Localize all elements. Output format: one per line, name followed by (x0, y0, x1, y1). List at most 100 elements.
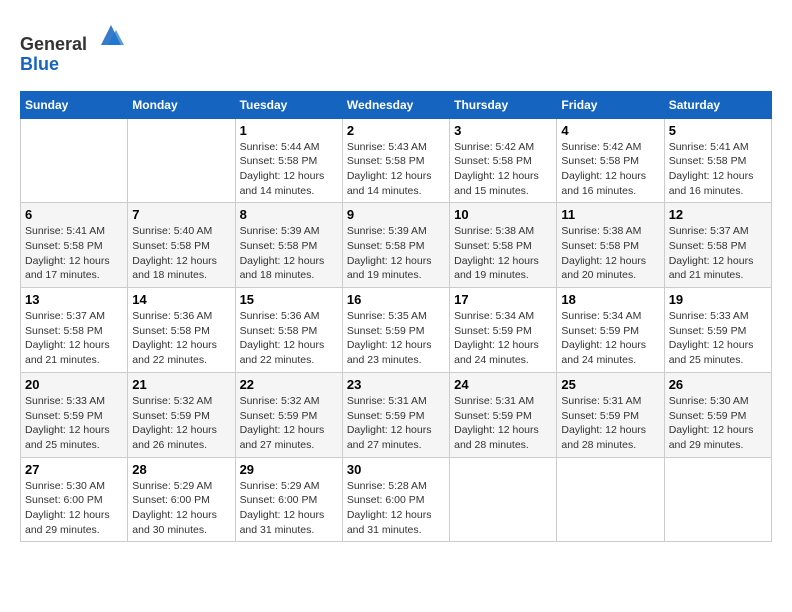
day-number: 7 (132, 207, 230, 222)
day-info: Sunrise: 5:42 AM Sunset: 5:58 PM Dayligh… (561, 140, 659, 199)
weekday-header-saturday: Saturday (664, 91, 771, 118)
day-info: Sunrise: 5:35 AM Sunset: 5:59 PM Dayligh… (347, 309, 445, 368)
calendar-cell: 18Sunrise: 5:34 AM Sunset: 5:59 PM Dayli… (557, 288, 664, 373)
day-number: 1 (240, 123, 338, 138)
calendar-cell: 16 Sunrise: 5:35 AM Sunset: 5:59 PM Dayli… (342, 288, 449, 373)
day-info: Sunrise: 5:38 AM Sunset: 5:58 PM Dayligh… (454, 224, 552, 283)
day-info: Sunrise: 5:31 AM Sunset: 5:59 PM Dayligh… (561, 394, 659, 453)
day-number: 13 (25, 292, 123, 307)
day-info: Sunrise: 5:31 AM Sunset: 5:59 PM Dayligh… (454, 394, 552, 453)
day-number: 23 (347, 377, 445, 392)
weekday-header-monday: Monday (128, 91, 235, 118)
day-info: Sunrise: 5:34 AM Sunset: 5:59 PM Dayligh… (454, 309, 552, 368)
calendar-cell: 27 Sunrise: 5:30 AM Sunset: 6:00 PM Dayli… (21, 457, 128, 542)
calendar-cell: 21 Sunrise: 5:32 AM Sunset: 5:59 PM Dayli… (128, 372, 235, 457)
day-info: Sunrise: 5:38 AM Sunset: 5:58 PM Dayligh… (561, 224, 659, 283)
calendar-cell: 24 Sunrise: 5:31 AM Sunset: 5:59 PM Dayli… (450, 372, 557, 457)
calendar-cell: 19 Sunrise: 5:33 AM Sunset: 5:59 PM Dayli… (664, 288, 771, 373)
day-number: 8 (240, 207, 338, 222)
day-info: Sunrise: 5:41 AM Sunset: 5:58 PM Dayligh… (25, 224, 123, 283)
week-row-2: 6 Sunrise: 5:41 AM Sunset: 5:58 PM Daylig… (21, 203, 772, 288)
day-number: 6 (25, 207, 123, 222)
day-number: 28 (132, 462, 230, 477)
calendar-cell: 15 Sunrise: 5:36 AM Sunset: 5:58 PM Dayli… (235, 288, 342, 373)
calendar-cell: 13Sunrise: 5:37 AM Sunset: 5:58 PM Dayli… (21, 288, 128, 373)
calendar-cell (128, 118, 235, 203)
day-info: Sunrise: 5:40 AM Sunset: 5:58 PM Dayligh… (132, 224, 230, 283)
weekday-header-tuesday: Tuesday (235, 91, 342, 118)
day-info: Sunrise: 5:31 AM Sunset: 5:59 PM Dayligh… (347, 394, 445, 453)
day-number: 12 (669, 207, 767, 222)
day-number: 30 (347, 462, 445, 477)
weekday-header-wednesday: Wednesday (342, 91, 449, 118)
calendar-cell: 6 Sunrise: 5:41 AM Sunset: 5:58 PM Daylig… (21, 203, 128, 288)
day-number: 21 (132, 377, 230, 392)
calendar-cell (557, 457, 664, 542)
day-number: 9 (347, 207, 445, 222)
calendar-cell: 22 Sunrise: 5:32 AM Sunset: 5:59 PM Dayli… (235, 372, 342, 457)
day-number: 3 (454, 123, 552, 138)
day-number: 27 (25, 462, 123, 477)
logo-blue: Blue (20, 54, 59, 74)
calendar-cell: 26Sunrise: 5:30 AM Sunset: 5:59 PM Dayli… (664, 372, 771, 457)
week-row-3: 13Sunrise: 5:37 AM Sunset: 5:58 PM Dayli… (21, 288, 772, 373)
calendar-cell (664, 457, 771, 542)
day-number: 5 (669, 123, 767, 138)
day-info: Sunrise: 5:37 AM Sunset: 5:58 PM Dayligh… (669, 224, 767, 283)
calendar: SundayMondayTuesdayWednesdayThursdayFrid… (20, 91, 772, 543)
calendar-cell: 2Sunrise: 5:43 AM Sunset: 5:58 PM Daylig… (342, 118, 449, 203)
calendar-cell: 29Sunrise: 5:29 AM Sunset: 6:00 PM Dayli… (235, 457, 342, 542)
day-number: 24 (454, 377, 552, 392)
calendar-cell: 23 Sunrise: 5:31 AM Sunset: 5:59 PM Dayli… (342, 372, 449, 457)
calendar-cell: 10 Sunrise: 5:38 AM Sunset: 5:58 PM Dayli… (450, 203, 557, 288)
day-info: Sunrise: 5:33 AM Sunset: 5:59 PM Dayligh… (669, 309, 767, 368)
day-number: 26 (669, 377, 767, 392)
page-header: General Blue (20, 20, 772, 75)
day-info: Sunrise: 5:42 AM Sunset: 5:58 PM Dayligh… (454, 140, 552, 199)
calendar-cell: 25 Sunrise: 5:31 AM Sunset: 5:59 PM Dayli… (557, 372, 664, 457)
day-info: Sunrise: 5:29 AM Sunset: 6:00 PM Dayligh… (240, 479, 338, 538)
day-number: 19 (669, 292, 767, 307)
week-row-5: 27 Sunrise: 5:30 AM Sunset: 6:00 PM Dayli… (21, 457, 772, 542)
calendar-cell: 14Sunrise: 5:36 AM Sunset: 5:58 PM Dayli… (128, 288, 235, 373)
calendar-cell: 20 Sunrise: 5:33 AM Sunset: 5:59 PM Dayli… (21, 372, 128, 457)
calendar-cell: 1Sunrise: 5:44 AM Sunset: 5:58 PM Daylig… (235, 118, 342, 203)
day-info: Sunrise: 5:41 AM Sunset: 5:58 PM Dayligh… (669, 140, 767, 199)
logo: General Blue (20, 20, 126, 75)
logo-icon (96, 20, 126, 50)
weekday-header-thursday: Thursday (450, 91, 557, 118)
weekday-header-row: SundayMondayTuesdayWednesdayThursdayFrid… (21, 91, 772, 118)
calendar-cell: 12 Sunrise: 5:37 AM Sunset: 5:58 PM Dayli… (664, 203, 771, 288)
day-info: Sunrise: 5:32 AM Sunset: 5:59 PM Dayligh… (240, 394, 338, 453)
calendar-cell: 3 Sunrise: 5:42 AM Sunset: 5:58 PM Daylig… (450, 118, 557, 203)
day-info: Sunrise: 5:36 AM Sunset: 5:58 PM Dayligh… (240, 309, 338, 368)
day-number: 2 (347, 123, 445, 138)
day-number: 22 (240, 377, 338, 392)
calendar-cell: 4 Sunrise: 5:42 AM Sunset: 5:58 PM Daylig… (557, 118, 664, 203)
day-number: 25 (561, 377, 659, 392)
day-number: 4 (561, 123, 659, 138)
day-info: Sunrise: 5:29 AM Sunset: 6:00 PM Dayligh… (132, 479, 230, 538)
calendar-cell: 28 Sunrise: 5:29 AM Sunset: 6:00 PM Dayli… (128, 457, 235, 542)
day-number: 18 (561, 292, 659, 307)
day-number: 10 (454, 207, 552, 222)
calendar-cell: 17 Sunrise: 5:34 AM Sunset: 5:59 PM Dayli… (450, 288, 557, 373)
day-info: Sunrise: 5:33 AM Sunset: 5:59 PM Dayligh… (25, 394, 123, 453)
day-info: Sunrise: 5:30 AM Sunset: 6:00 PM Dayligh… (25, 479, 123, 538)
day-number: 15 (240, 292, 338, 307)
day-info: Sunrise: 5:28 AM Sunset: 6:00 PM Dayligh… (347, 479, 445, 538)
calendar-cell: 8 Sunrise: 5:39 AM Sunset: 5:58 PM Daylig… (235, 203, 342, 288)
week-row-4: 20 Sunrise: 5:33 AM Sunset: 5:59 PM Dayli… (21, 372, 772, 457)
day-info: Sunrise: 5:39 AM Sunset: 5:58 PM Dayligh… (240, 224, 338, 283)
day-number: 16 (347, 292, 445, 307)
week-row-1: 1Sunrise: 5:44 AM Sunset: 5:58 PM Daylig… (21, 118, 772, 203)
day-info: Sunrise: 5:39 AM Sunset: 5:58 PM Dayligh… (347, 224, 445, 283)
day-info: Sunrise: 5:32 AM Sunset: 5:59 PM Dayligh… (132, 394, 230, 453)
calendar-cell (450, 457, 557, 542)
weekday-header-friday: Friday (557, 91, 664, 118)
calendar-cell (21, 118, 128, 203)
logo-general: General (20, 34, 87, 54)
day-number: 17 (454, 292, 552, 307)
day-number: 20 (25, 377, 123, 392)
calendar-cell: 7 Sunrise: 5:40 AM Sunset: 5:58 PM Daylig… (128, 203, 235, 288)
